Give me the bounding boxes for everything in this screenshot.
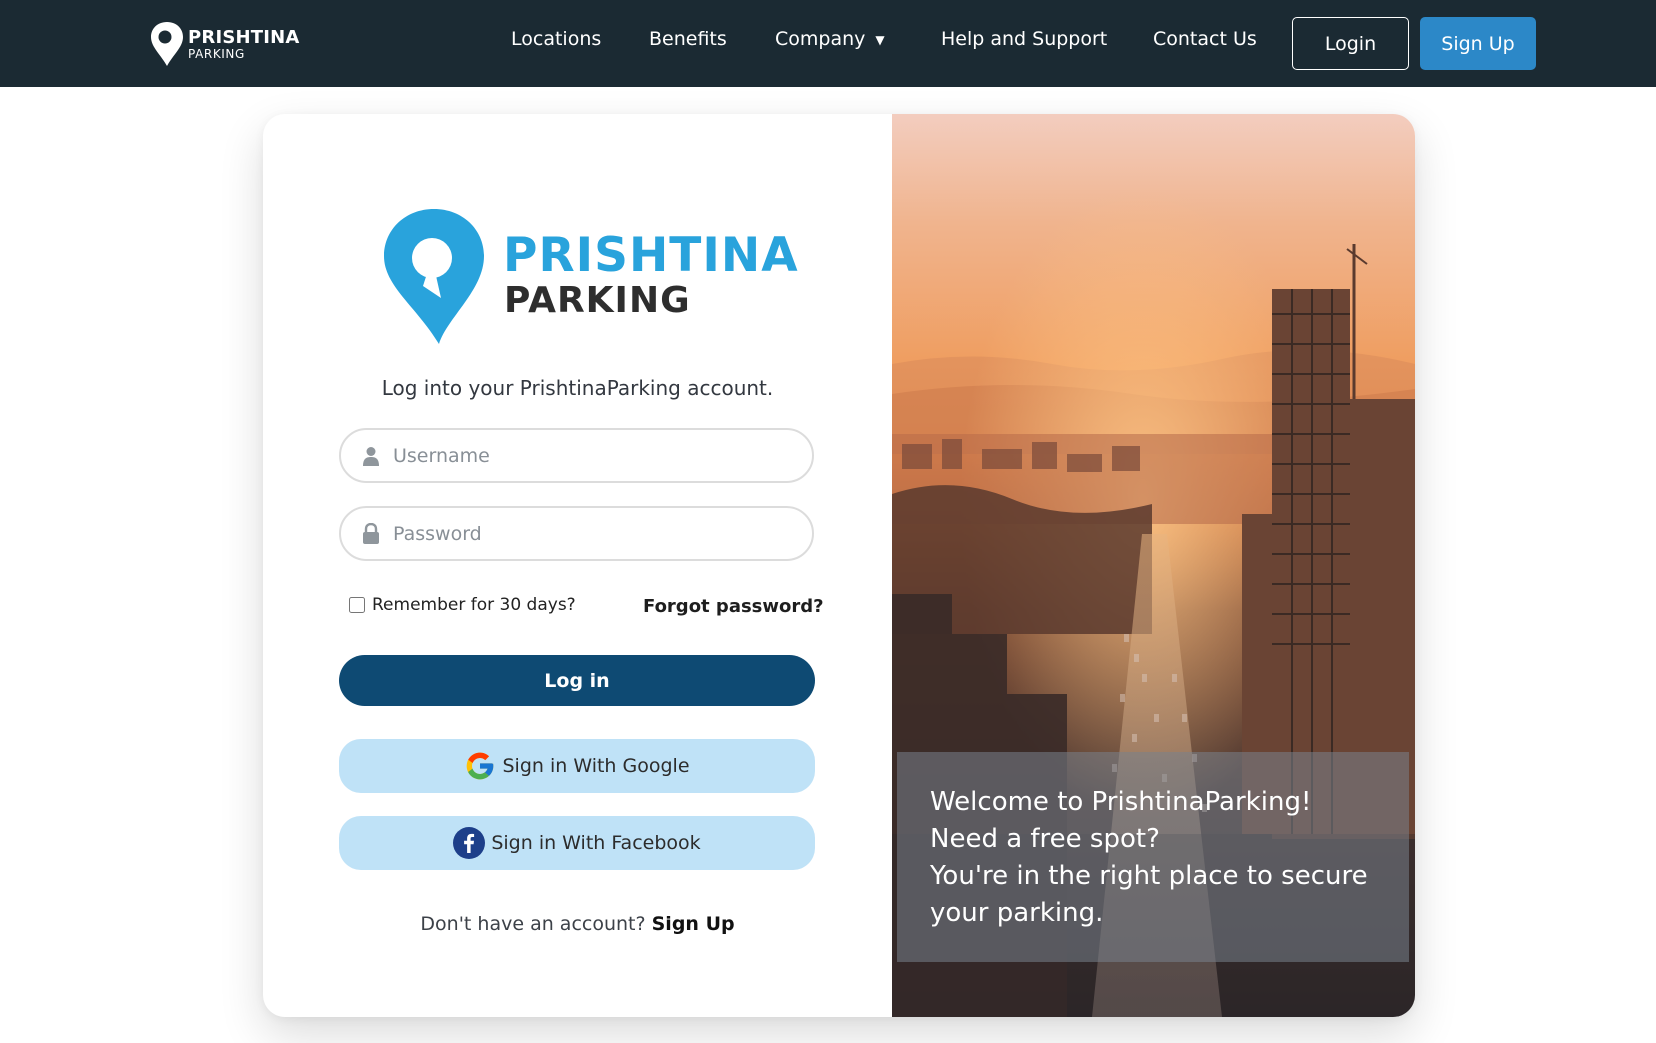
user-icon: [361, 445, 381, 467]
login-form-pane: PRISHTINA PARKING Log into your Prishtin…: [263, 114, 892, 1017]
map-pin-brand-icon: [384, 209, 484, 344]
brand-name: PRISHTINA: [503, 228, 799, 283]
remember-label: Remember for 30 days?: [372, 595, 576, 615]
brand-logo: PRISHTINA PARKING: [381, 206, 798, 351]
nav-link-help[interactable]: Help and Support: [941, 28, 1107, 50]
username-field[interactable]: [339, 428, 814, 483]
nav-login-button[interactable]: Login: [1292, 17, 1409, 70]
google-icon: [467, 752, 494, 780]
password-input[interactable]: [393, 522, 793, 545]
nav-logo-line2: PARKING: [188, 46, 245, 61]
username-input[interactable]: [393, 444, 793, 467]
nav-logo-line1: PRISHTINA: [188, 26, 300, 48]
nav-link-company-label: Company: [775, 28, 866, 50]
welcome-overlay: Welcome to PrishtinaParking! Need a free…: [897, 752, 1409, 962]
login-button[interactable]: Log in: [339, 655, 815, 706]
google-signin-button[interactable]: Sign in With Google: [339, 739, 815, 793]
remember-checkbox[interactable]: [349, 597, 365, 613]
nav-logo[interactable]: PRISHTINA PARKING: [149, 20, 300, 68]
map-pin-logo-icon: [151, 22, 183, 66]
lock-icon: [361, 523, 381, 545]
facebook-signin-label: Sign in With Facebook: [491, 832, 701, 854]
facebook-signin-button[interactable]: Sign in With Facebook: [339, 816, 815, 870]
nav-signup-button[interactable]: Sign Up: [1420, 17, 1536, 70]
no-account-text: Don't have an account?: [420, 913, 646, 935]
welcome-line-1: Welcome to PrishtinaParking!: [930, 787, 1312, 817]
password-field[interactable]: [339, 506, 814, 561]
remember-checkbox-row[interactable]: Remember for 30 days?: [349, 595, 576, 615]
nav-link-contact[interactable]: Contact Us: [1153, 28, 1257, 50]
nav-link-company[interactable]: Company ▼: [775, 28, 885, 50]
welcome-line-4: your parking.: [930, 898, 1104, 928]
login-card: PRISHTINA PARKING Log into your Prishtin…: [263, 114, 1415, 1017]
navbar: PRISHTINA PARKING Locations Benefits Com…: [0, 0, 1656, 87]
login-subtitle: Log into your PrishtinaParking account.: [381, 376, 774, 400]
hero-image-pane: Welcome to PrishtinaParking! Need a free…: [892, 114, 1415, 1017]
welcome-line-3: You're in the right place to secure: [930, 861, 1368, 891]
google-signin-label: Sign in With Google: [502, 755, 690, 777]
brand-sub: PARKING: [504, 280, 691, 321]
caret-down-icon: ▼: [875, 32, 885, 47]
signup-link[interactable]: Sign Up: [652, 913, 735, 935]
nav-link-locations[interactable]: Locations: [511, 28, 601, 50]
signup-prompt: Don't have an account? Sign Up: [263, 913, 892, 935]
forgot-password-link[interactable]: Forgot password?: [643, 596, 824, 617]
facebook-icon: [453, 827, 486, 859]
welcome-line-2: Need a free spot?: [930, 824, 1160, 854]
nav-link-benefits[interactable]: Benefits: [649, 28, 727, 50]
